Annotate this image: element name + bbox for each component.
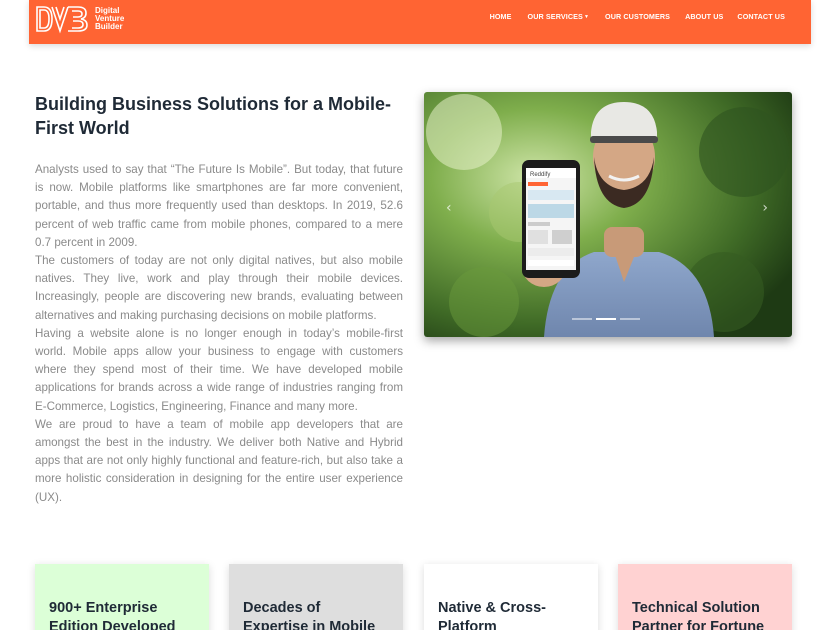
carousel-indicator-2[interactable] [596, 318, 616, 320]
brand-name: Digital Venture Builder [95, 7, 155, 31]
page-title: Building Business Solutions for a Mobile… [35, 94, 392, 138]
stat-card-partner: Technical Solution Partner for Fortune [618, 564, 792, 630]
intro-paragraph-1: Analysts used to say that “The Future Is… [35, 163, 403, 249]
nav-our-services[interactable]: OUR SERVICES▼ [528, 12, 589, 21]
carousel-indicator-1[interactable] [572, 318, 592, 320]
carousel-indicators [572, 318, 640, 320]
intro-paragraph-4: We are proud to have a team of mobile ap… [35, 417, 403, 504]
stat-card-native: Native & Cross-Platform [424, 564, 598, 630]
chevron-right-icon[interactable]: › [762, 200, 768, 216]
stat-card-title: 900+ Enterprise Edition Developed [49, 600, 176, 630]
stat-card-title: Native & Cross-Platform [438, 600, 546, 630]
carousel-slide-image: Reddify [424, 92, 792, 337]
stat-card-enterprise: 900+ Enterprise Edition Developed [35, 564, 209, 630]
nav-our-services-label: OUR SERVICES [527, 12, 583, 21]
intro-paragraph-2: The customers of today are not only digi… [35, 254, 403, 322]
stat-card-title: Technical Solution Partner for Fortune [632, 600, 765, 630]
nav-home[interactable]: HOME [490, 12, 512, 21]
caret-down-icon: ▼ [583, 14, 589, 20]
nav-about-us[interactable]: ABOUT US [685, 12, 723, 21]
nav-our-customers[interactable]: OUR CUSTOMERS [605, 12, 670, 21]
brand-logo[interactable]: Digital Venture Builder [35, 4, 155, 34]
top-navbar: Digital Venture Builder HOME OUR SERVICE… [29, 0, 811, 44]
stat-card-title: Decades of Expertise in Mobile [243, 600, 376, 630]
dvb-logo-mark [35, 4, 89, 34]
hero-carousel[interactable]: Reddify ‹ › [424, 92, 792, 337]
intro-paragraph-3: Having a website alone is no longer enou… [35, 326, 403, 413]
main-nav: HOME OUR SERVICES▼ OUR CUSTOMERS ABOUT U… [490, 12, 785, 21]
nav-contact-us[interactable]: CONTACT US [737, 12, 785, 21]
chevron-left-icon[interactable]: ‹ [446, 200, 452, 216]
carousel-indicator-3[interactable] [620, 318, 640, 320]
stat-card-expertise: Decades of Expertise in Mobile [229, 564, 403, 630]
phone-app-name: Reddify [530, 172, 550, 178]
brand-name-line-3: Builder [95, 22, 123, 31]
intro-text: Analysts used to say that “The Future Is… [35, 161, 403, 507]
